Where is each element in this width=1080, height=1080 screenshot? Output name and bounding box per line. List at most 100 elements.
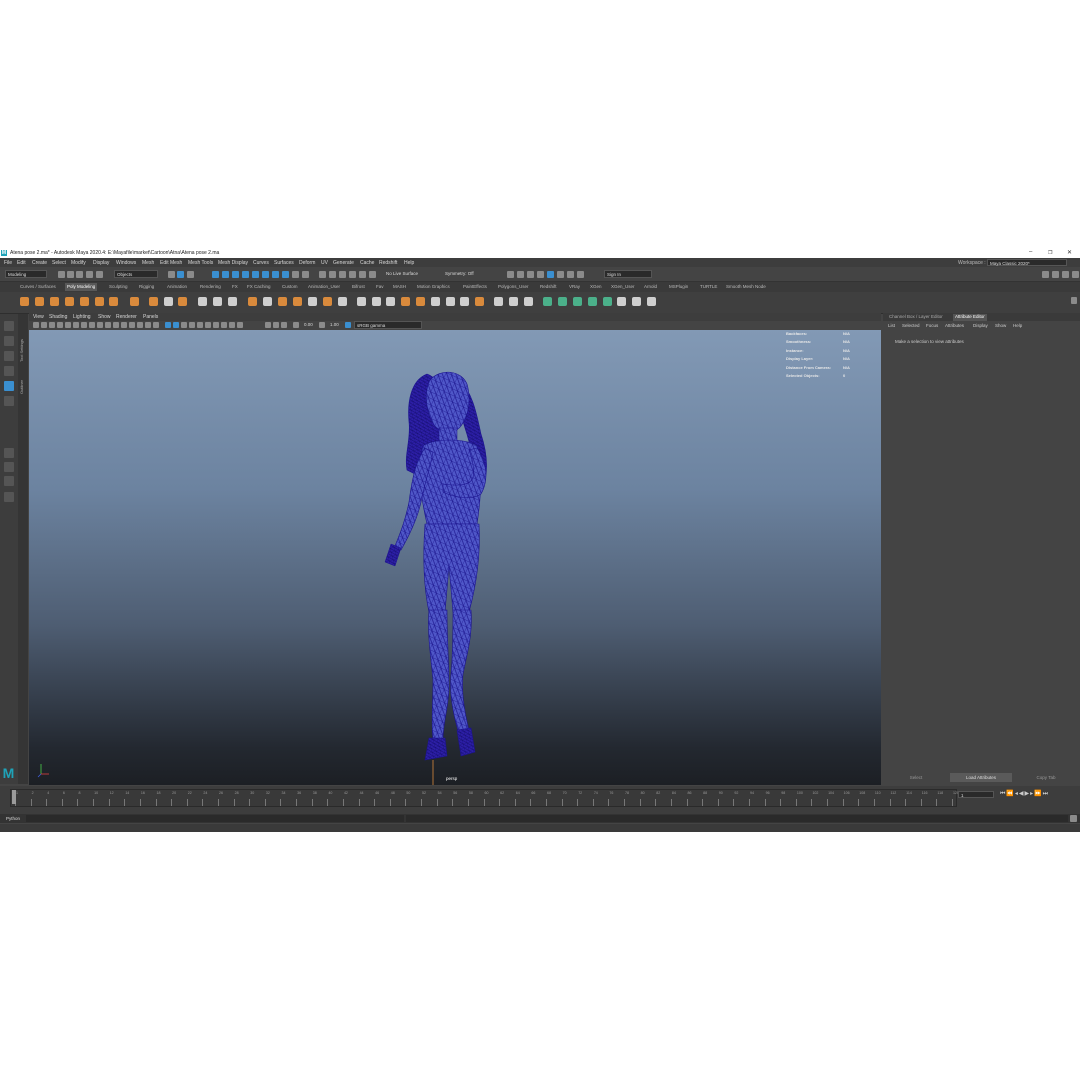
tab-attribute-editor[interactable]: Attribute Editor (953, 314, 987, 321)
shelf-tab-animation[interactable]: Animation (167, 284, 187, 289)
shelf-tab-sculpting[interactable]: Sculpting (109, 284, 128, 289)
live-surface-field[interactable]: No Live Surface (384, 270, 430, 278)
smooth-icon[interactable] (228, 297, 237, 306)
menu-curves[interactable]: Curves (253, 260, 269, 266)
highlight-icon[interactable] (302, 271, 309, 278)
snap-view-icon[interactable] (359, 271, 366, 278)
hypershade-icon[interactable] (547, 271, 554, 278)
wireframe-on-shaded-icon[interactable] (165, 322, 171, 328)
snap-curve-icon[interactable] (329, 271, 336, 278)
grab-icon[interactable] (603, 297, 612, 306)
step-forward-key-icon[interactable]: ⏩ (1034, 791, 1042, 797)
shelf-tab-fav[interactable]: Fav (376, 284, 384, 289)
poly-cube-icon[interactable] (35, 297, 44, 306)
offset-loop-icon[interactable] (431, 297, 440, 306)
shelf-tab-xgen-user[interactable]: XGen_User (611, 284, 635, 289)
isolate-select-icon[interactable] (237, 322, 243, 328)
connect-icon[interactable] (386, 297, 395, 306)
svg-icon[interactable] (178, 297, 187, 306)
shelf-tab-curves-surfaces[interactable]: Curves / Surfaces (20, 284, 56, 289)
panel-menu-show[interactable]: Show (98, 314, 111, 320)
perspective-viewport[interactable]: Backfaces: N/A Smoothness: N/A Instance: N/… (29, 330, 881, 785)
insert-loop-icon[interactable] (446, 297, 455, 306)
fill-hole-icon[interactable] (323, 297, 332, 306)
multi-cut-icon[interactable] (357, 297, 366, 306)
append-polygon-icon[interactable] (308, 297, 317, 306)
sign-in-dropdown[interactable]: Sign In (604, 270, 652, 278)
shelf-tab-polygons-user[interactable]: Polygons_User (498, 284, 529, 289)
relax-icon[interactable] (573, 297, 582, 306)
select-face-icon[interactable] (232, 271, 239, 278)
lasso-tool-icon[interactable] (4, 336, 14, 346)
color-space-dropdown[interactable]: sRGB gamma (354, 321, 422, 329)
ae-menu-display[interactable]: Display (973, 323, 988, 328)
poly-text-icon[interactable] (164, 297, 173, 306)
planar-map-icon[interactable] (509, 297, 518, 306)
menu-windows[interactable]: Windows (116, 260, 136, 266)
lock-icon[interactable] (292, 271, 299, 278)
open-scene-icon[interactable] (67, 271, 74, 278)
soft-select-icon[interactable] (543, 297, 552, 306)
rotate-tool-icon[interactable] (4, 381, 14, 391)
bridge-icon[interactable] (278, 297, 287, 306)
select-camera-icon[interactable] (33, 322, 39, 328)
panel-menu-shading[interactable]: Shading (49, 314, 67, 320)
move-tool-icon[interactable] (4, 366, 14, 376)
edge-loop-icon[interactable] (416, 297, 425, 306)
smooth-sculpt-icon[interactable] (588, 297, 597, 306)
ae-select-button[interactable]: Select (885, 773, 947, 782)
ae-copy-tab-button[interactable]: Copy Tab (1015, 773, 1077, 782)
camera-attributes-icon[interactable] (41, 322, 47, 328)
menu-mesh[interactable]: Mesh (142, 260, 154, 266)
select-vertex-icon[interactable] (212, 271, 219, 278)
bookmark-icon[interactable] (49, 322, 55, 328)
grease-pencil-icon[interactable] (73, 322, 79, 328)
shelf-tab-motion-graphics[interactable]: Motion Graphics (417, 284, 450, 289)
automatic-map-icon[interactable] (524, 297, 533, 306)
shelf-tab-fx-caching[interactable]: FX Caching (247, 284, 271, 289)
character-wireframe-mesh[interactable] (384, 371, 487, 785)
minimize-icon[interactable]: – (1029, 249, 1032, 255)
menu-help[interactable]: Help (404, 260, 414, 266)
shelf-tab-bifrost[interactable]: Bifrost (352, 284, 365, 289)
undo-icon[interactable] (86, 271, 93, 278)
checker-icon[interactable] (617, 297, 626, 306)
channel-box-toggle-icon[interactable] (1072, 271, 1079, 278)
workspace-dropdown[interactable]: Maya Classic 2020* (987, 259, 1067, 266)
sculpt-icon[interactable] (558, 297, 567, 306)
ae-load-attributes-button[interactable]: Load Attributes (950, 773, 1012, 782)
gamma-icon[interactable] (319, 322, 325, 328)
four-view-layout-icon[interactable] (4, 462, 14, 472)
selection-mode-dropdown[interactable]: Objects (114, 270, 158, 278)
poly-plane-icon[interactable] (95, 297, 104, 306)
symmetry-field[interactable]: Symmetry: Off (443, 270, 483, 278)
delete-edge-icon[interactable] (460, 297, 469, 306)
use-all-lights-icon[interactable] (189, 322, 195, 328)
ipr-render-icon[interactable] (527, 271, 534, 278)
poly-sphere-icon[interactable] (20, 297, 29, 306)
snap-live-icon[interactable] (369, 271, 376, 278)
time-slider-strip[interactable]: 1 2 4 6 8 10 12 14 16 18 20 22 24 26 28 30 32 34 36 38 40 42 4… (10, 789, 959, 807)
poly-disc-icon[interactable] (109, 297, 118, 306)
scale-tool-icon[interactable] (4, 396, 14, 406)
attribute-editor-toggle-icon[interactable] (1052, 271, 1059, 278)
field-chart-icon[interactable] (113, 322, 119, 328)
menu-redshift[interactable]: Redshift (379, 260, 397, 266)
shelf-tab-fx[interactable]: FX (232, 284, 238, 289)
menu-mesh-tools[interactable]: Mesh Tools (188, 260, 213, 266)
select-hierarchy-icon[interactable] (168, 271, 175, 278)
snap-projected-icon[interactable] (349, 271, 356, 278)
pause-viewport-icon[interactable] (577, 271, 584, 278)
save-scene-icon[interactable] (76, 271, 83, 278)
script-editor-icon[interactable] (1070, 815, 1077, 822)
shelf-tab-animation-user[interactable]: Animation_User (308, 284, 340, 289)
command-input[interactable] (26, 815, 404, 822)
merge-icon[interactable] (338, 297, 347, 306)
shelf-tab-redshift[interactable]: Redshift (540, 284, 557, 289)
tool-settings-toggle-icon[interactable] (1062, 271, 1069, 278)
poly-cylinder-icon[interactable] (50, 297, 59, 306)
persp-outliner-layout-icon[interactable] (4, 476, 14, 486)
select-surface-icon[interactable] (262, 271, 269, 278)
command-language-label[interactable]: Python (6, 816, 20, 821)
shelf-tab-vray[interactable]: VRay (569, 284, 580, 289)
